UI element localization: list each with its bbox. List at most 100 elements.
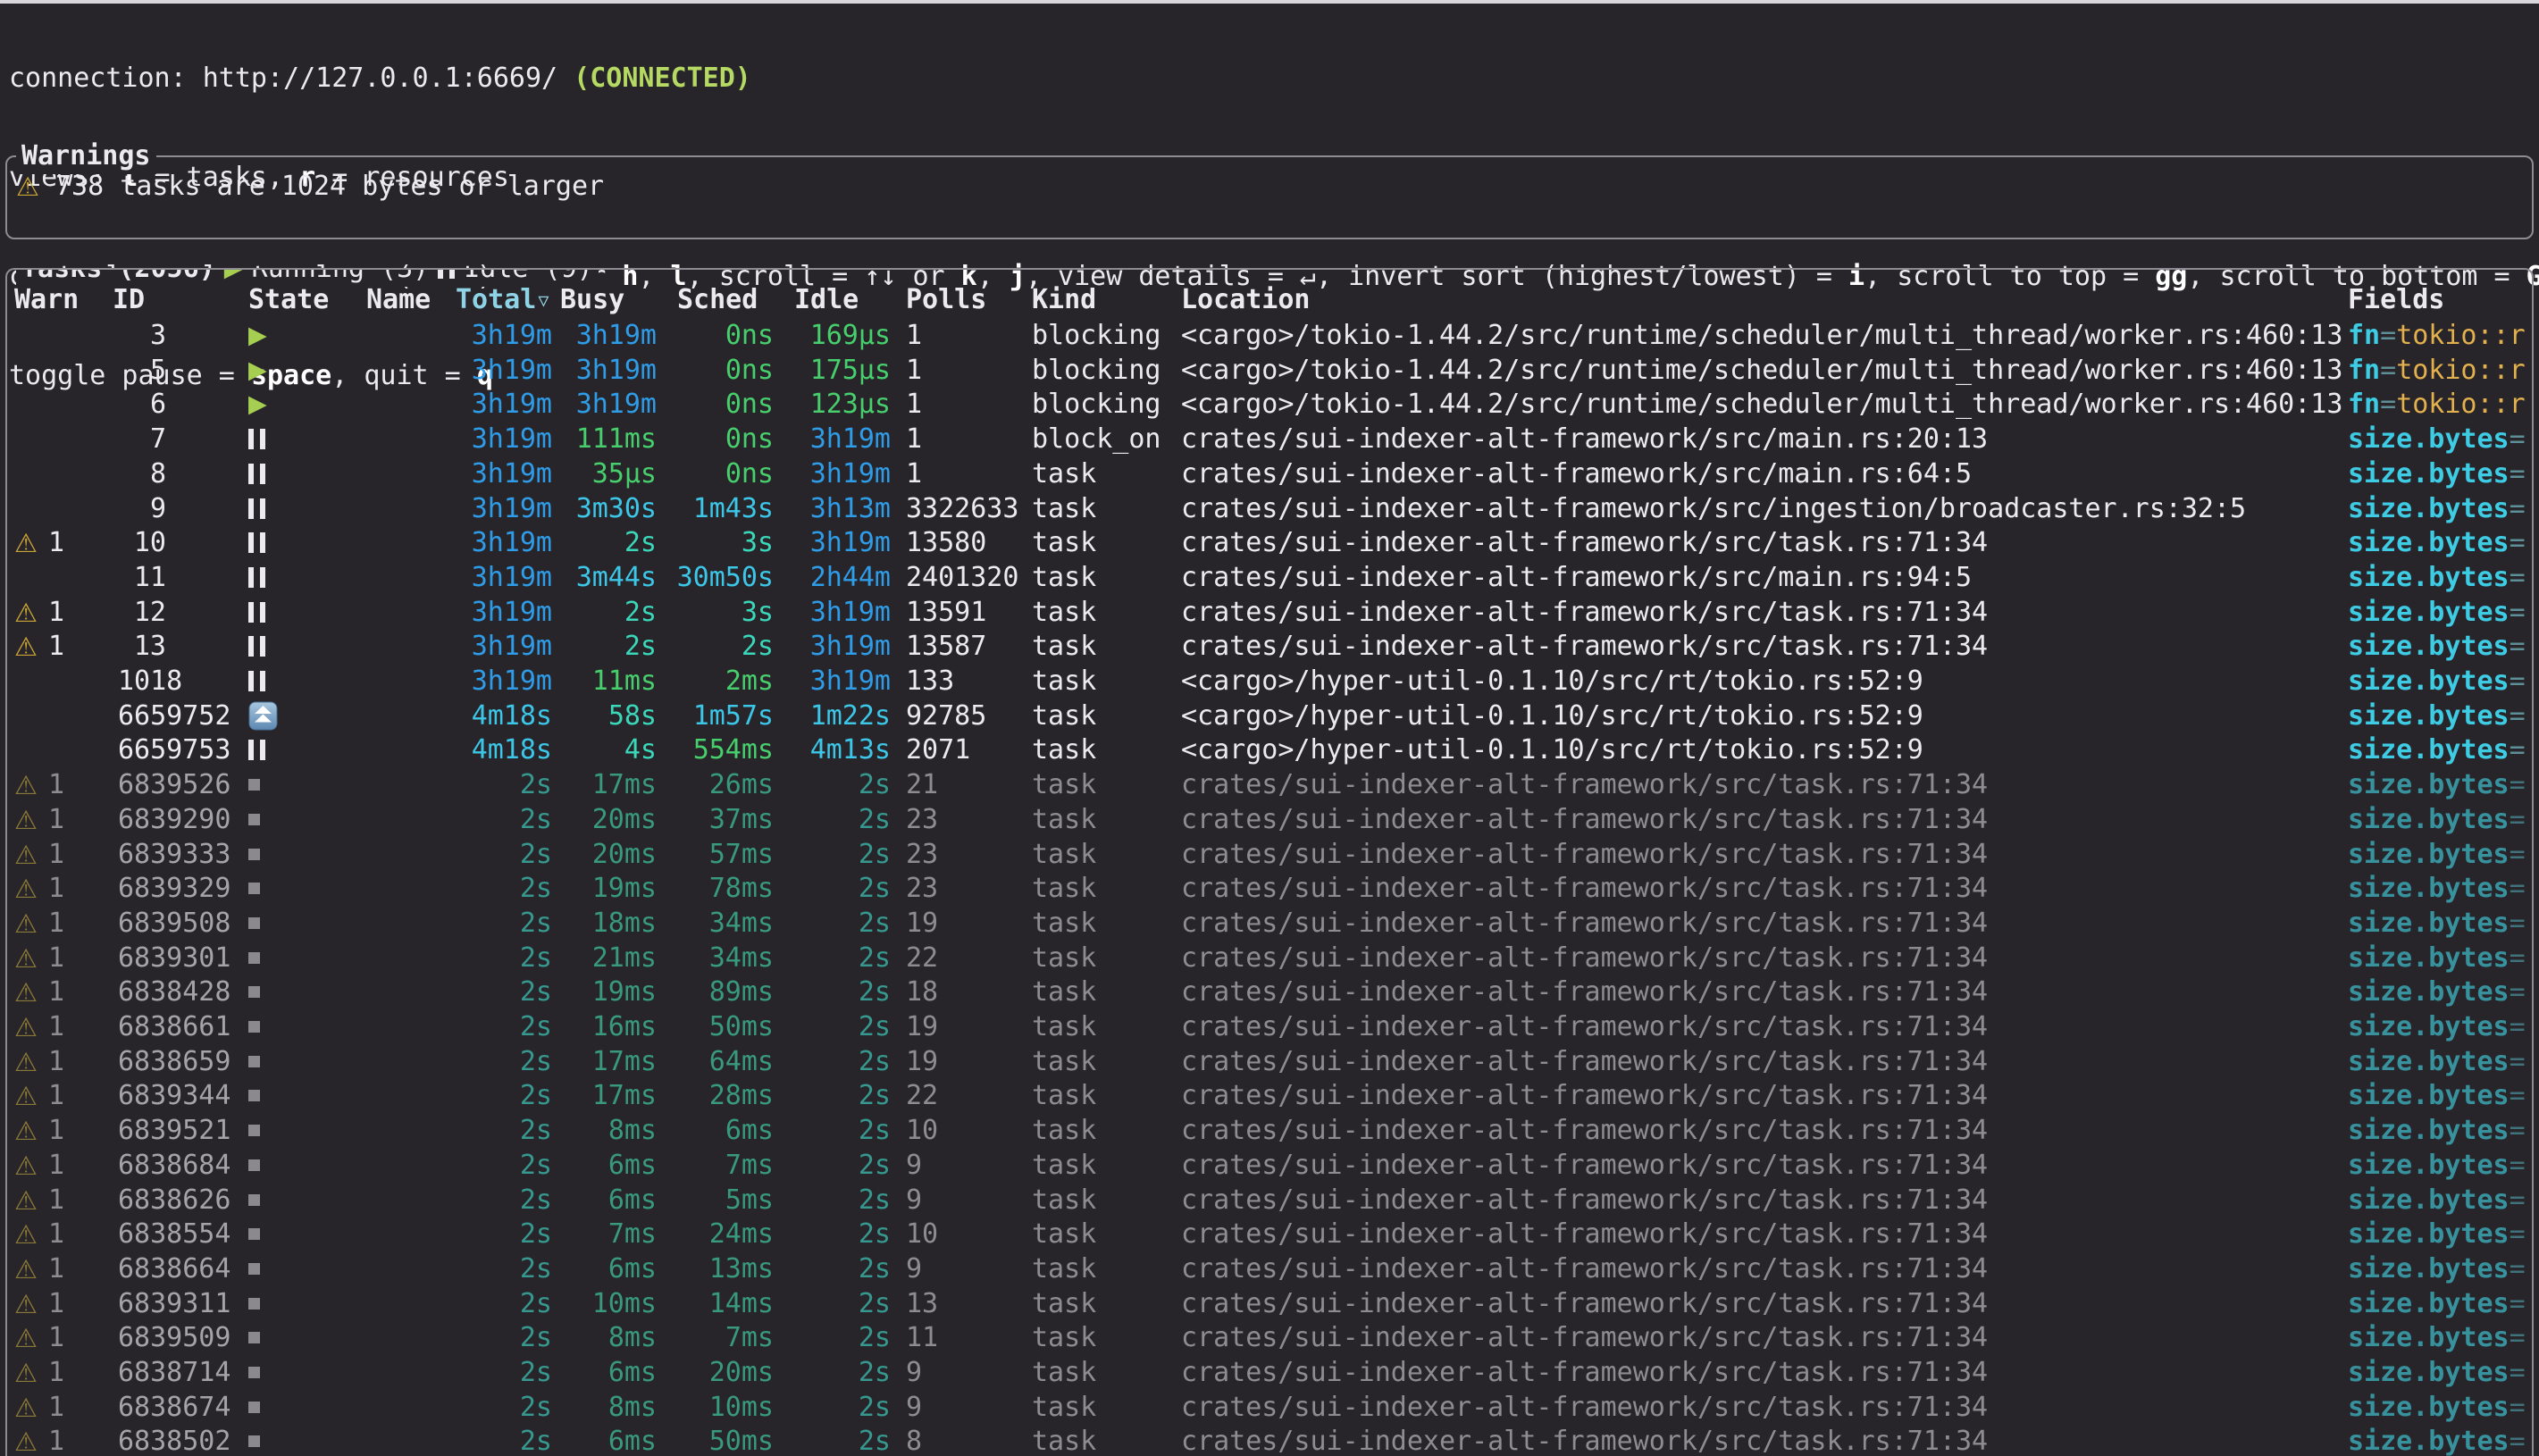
task-row[interactable]: ⚠168386592s17ms64ms2s19taskcrates/sui-in… bbox=[7, 1044, 2532, 1079]
task-row[interactable]: ⚠168386842s6ms7ms2s9taskcrates/sui-index… bbox=[7, 1148, 2532, 1183]
total-duration: 2s bbox=[456, 837, 552, 872]
task-kind: task bbox=[1032, 456, 1096, 491]
task-row[interactable]: 6▶3h19m3h19m0ns123µs1blocking<cargo>/tok… bbox=[7, 387, 2532, 422]
total-duration: 2s bbox=[456, 1286, 552, 1321]
task-row[interactable]: 83h19m35µs0ns3h19m1taskcrates/sui-indexe… bbox=[7, 456, 2532, 491]
task-row[interactable]: ⚠168395262s17ms26ms2s21taskcrates/sui-in… bbox=[7, 767, 2532, 802]
task-location: crates/sui-indexer-alt-framework/src/tas… bbox=[1181, 595, 1988, 630]
task-row[interactable]: ⚠168393012s21ms34ms2s22taskcrates/sui-in… bbox=[7, 941, 2532, 975]
task-kind: task bbox=[1032, 1286, 1096, 1321]
task-row[interactable]: ⚠1133h19m2s2s3h19m13587taskcrates/sui-in… bbox=[7, 629, 2532, 664]
task-fields: size.bytes= bbox=[2348, 767, 2526, 802]
task-row[interactable]: ⚠168386262s6ms5ms2s9taskcrates/sui-index… bbox=[7, 1183, 2532, 1218]
task-location: <cargo>/tokio-1.44.2/src/runtime/schedul… bbox=[1181, 353, 2342, 388]
task-row[interactable]: ⚠168384282s19ms89ms2s18taskcrates/sui-in… bbox=[7, 975, 2532, 1009]
idle-duration: 2s bbox=[794, 871, 891, 906]
task-location: crates/sui-indexer-alt-framework/src/tas… bbox=[1181, 837, 1988, 872]
task-row[interactable]: ⚠168395092s8ms7ms2s11taskcrates/sui-inde… bbox=[7, 1320, 2532, 1355]
column-header-polls[interactable]: Polls bbox=[906, 282, 986, 317]
task-row[interactable]: ⚠168387142s6ms20ms2s9taskcrates/sui-inde… bbox=[7, 1355, 2532, 1390]
connection-seg-1: (CONNECTED) bbox=[574, 63, 751, 94]
field-key: size.bytes bbox=[2348, 1184, 2510, 1216]
column-header-location[interactable]: Location bbox=[1181, 282, 1311, 317]
warn-icon-cell: ⚠ bbox=[14, 837, 38, 872]
polls-count: 9 bbox=[906, 1183, 922, 1218]
busy-duration: 6ms bbox=[560, 1183, 657, 1218]
field-equals: = bbox=[2510, 976, 2526, 1008]
field-equals: = bbox=[2510, 1115, 2526, 1146]
task-row[interactable]: ⚠1103h19m2s3s3h19m13580taskcrates/sui-in… bbox=[7, 525, 2532, 560]
task-id: 6838661 bbox=[118, 1009, 230, 1044]
task-row[interactable]: 66597534m18s4s554ms4m13s2071task<cargo>/… bbox=[7, 732, 2532, 767]
polls-count: 23 bbox=[906, 837, 938, 872]
idle-duration: 2s bbox=[794, 1390, 891, 1425]
column-header-busy[interactable]: Busy bbox=[560, 282, 624, 317]
task-row[interactable]: ⚠168386642s6ms13ms2s9taskcrates/sui-inde… bbox=[7, 1251, 2532, 1286]
column-header-state[interactable]: State bbox=[248, 282, 329, 317]
task-row[interactable]: 66597524m18s58s1m57s1m22s92785task<cargo… bbox=[7, 699, 2532, 733]
task-location: crates/sui-indexer-alt-framework/src/tas… bbox=[1181, 1113, 1988, 1148]
polls-count: 22 bbox=[906, 941, 938, 975]
task-id: 13 bbox=[118, 629, 166, 664]
field-key: size.bytes bbox=[2348, 423, 2510, 455]
field-key: size.bytes bbox=[2348, 527, 2510, 558]
task-row[interactable]: 93h19m3m30s1m43s3h13m3322633taskcrates/s… bbox=[7, 491, 2532, 526]
task-id: 6838714 bbox=[118, 1355, 230, 1390]
warn-count: 1 bbox=[48, 837, 64, 872]
field-equals: = bbox=[2510, 1426, 2526, 1456]
warning-icon: ⚠ bbox=[14, 874, 38, 904]
column-header-sched[interactable]: Sched bbox=[677, 282, 758, 317]
task-row[interactable]: ⚠1123h19m2s3s3h19m13591taskcrates/sui-in… bbox=[7, 595, 2532, 630]
idle-duration: 175µs bbox=[794, 353, 891, 388]
warn-count: 1 bbox=[48, 525, 64, 560]
field-key: size.bytes bbox=[2348, 631, 2510, 662]
field-equals: = bbox=[2510, 1322, 2526, 1353]
sched-duration: 13ms bbox=[677, 1251, 774, 1286]
total-duration: 3h19m bbox=[456, 664, 552, 699]
task-row[interactable]: ⚠168385022s6ms50ms2s8taskcrates/sui-inde… bbox=[7, 1424, 2532, 1456]
field-equals: = bbox=[2510, 423, 2526, 455]
column-header-kind[interactable]: Kind bbox=[1032, 282, 1096, 317]
task-row[interactable]: ⚠168392902s20ms37ms2s23taskcrates/sui-in… bbox=[7, 802, 2532, 837]
column-header-idle[interactable]: Idle bbox=[794, 282, 859, 317]
task-state bbox=[248, 1183, 260, 1218]
warn-count: 1 bbox=[48, 1078, 64, 1113]
warning-icon: ⚠ bbox=[14, 1012, 38, 1042]
task-location: crates/sui-indexer-alt-framework/src/mai… bbox=[1181, 456, 1972, 491]
task-row[interactable]: 5▶3h19m3h19m0ns175µs1blocking<cargo>/tok… bbox=[7, 353, 2532, 388]
task-fields: size.bytes= bbox=[2348, 699, 2526, 733]
task-row[interactable]: 3▶3h19m3h19m0ns169µs1blocking<cargo>/tok… bbox=[7, 318, 2532, 353]
task-row[interactable]: ⚠168393292s19ms78ms2s23taskcrates/sui-in… bbox=[7, 871, 2532, 906]
task-row[interactable]: 10183h19m11ms2ms3h19m133task<cargo>/hype… bbox=[7, 664, 2532, 699]
total-duration: 2s bbox=[456, 941, 552, 975]
state-idle-pause-icon bbox=[248, 532, 265, 553]
task-row[interactable]: ⚠168386742s8ms10ms2s9taskcrates/sui-inde… bbox=[7, 1390, 2532, 1425]
state-running-icon: ▶ bbox=[248, 356, 267, 384]
idle-duration: 2s bbox=[794, 941, 891, 975]
task-row[interactable]: 73h19m111ms0ns3h19m1block_oncrates/sui-i… bbox=[7, 422, 2532, 456]
task-row[interactable]: ⚠168386612s16ms50ms2s19taskcrates/sui-in… bbox=[7, 1009, 2532, 1044]
warn-count: 1 bbox=[48, 1113, 64, 1148]
task-row[interactable]: ⚠168393112s10ms14ms2s13taskcrates/sui-in… bbox=[7, 1286, 2532, 1321]
task-row[interactable]: ⚠168385542s7ms24ms2s10taskcrates/sui-ind… bbox=[7, 1217, 2532, 1251]
task-row[interactable]: ⚠168395082s18ms34ms2s19taskcrates/sui-in… bbox=[7, 906, 2532, 941]
warning-icon: ⚠ bbox=[14, 1151, 38, 1181]
column-header-name[interactable]: Name bbox=[366, 282, 431, 317]
task-row[interactable]: ⚠168393442s17ms28ms2s22taskcrates/sui-in… bbox=[7, 1078, 2532, 1113]
column-header-warn[interactable]: Warn bbox=[14, 282, 79, 317]
task-row[interactable]: 113h19m3m44s30m50s2h44m2401320taskcrates… bbox=[7, 560, 2532, 595]
task-row[interactable]: ⚠168393332s20ms57ms2s23taskcrates/sui-in… bbox=[7, 837, 2532, 872]
task-location: crates/sui-indexer-alt-framework/src/tas… bbox=[1181, 975, 1988, 1009]
task-kind: task bbox=[1032, 906, 1096, 941]
column-header-id[interactable]: ID bbox=[113, 282, 145, 317]
task-kind: block_on bbox=[1032, 422, 1161, 456]
column-header-fields[interactable]: Fields bbox=[2348, 282, 2444, 317]
state-idle-pause-icon bbox=[248, 429, 265, 449]
task-row[interactable]: ⚠168395212s8ms6ms2s10taskcrates/sui-inde… bbox=[7, 1113, 2532, 1148]
polls-count: 19 bbox=[906, 1044, 938, 1079]
column-header-total[interactable]: Total▿ bbox=[456, 282, 549, 317]
sched-duration: 26ms bbox=[677, 767, 774, 802]
task-id: 6839333 bbox=[118, 837, 230, 872]
field-key: size.bytes bbox=[2348, 665, 2510, 697]
task-kind: task bbox=[1032, 1148, 1096, 1183]
